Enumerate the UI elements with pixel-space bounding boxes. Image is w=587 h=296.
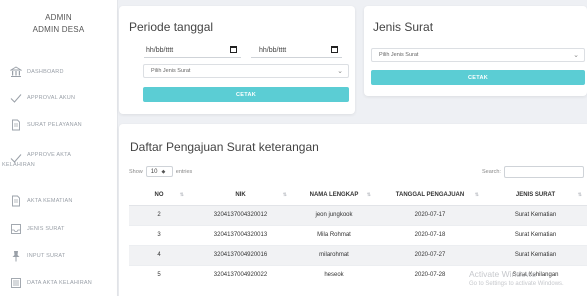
- cell-no: 5: [129, 264, 189, 285]
- table-header-row: NO ⇅ NIK ⇅ NAMA LENGKAP ⇅ TANGGAL PENGAJUAN…: [129, 186, 587, 206]
- sidebar-item-jenis-surat[interactable]: JENIS SURAT: [0, 216, 118, 242]
- periode-cetak-button[interactable]: CETAK: [143, 87, 349, 102]
- jenis-surat-title: Jenis Surat: [373, 20, 434, 34]
- sort-icon: ⇅: [366, 192, 371, 198]
- select-value: Pilih Jenis Surat: [379, 52, 419, 58]
- cell-tanggal: 2020-07-18: [376, 224, 484, 245]
- user-role: ADMIN: [45, 13, 72, 22]
- user-name: ADMIN DESA: [32, 25, 85, 34]
- user-panel: ADMIN ADMIN DESA: [0, 0, 117, 56]
- sidebar-item-label: APPROVAL AKUN: [27, 95, 76, 101]
- sidebar-item-label-continued: KELAHIRAN: [2, 162, 35, 168]
- cell-nama: jeon jungkook: [292, 204, 376, 225]
- cell-tanggal: 2020-07-17: [376, 204, 484, 225]
- periode-card: Periode tanggal hh/bb/tttt hh/bb/tttt Pi…: [119, 6, 355, 114]
- cell-jenis: Surat Kematian: [484, 204, 587, 225]
- cell-nama: heseok: [292, 264, 376, 285]
- date-end-input[interactable]: hh/bb/tttt: [251, 43, 342, 58]
- cell-no: 2: [129, 204, 189, 225]
- bank-icon: [10, 66, 22, 78]
- cell-nama: milarohmat: [292, 244, 376, 265]
- table-row: 3 3204137004320013 Mila Rohmat 2020-07-1…: [129, 224, 587, 245]
- search-control: Search:: [482, 166, 584, 178]
- date-end-placeholder: hh/bb/tttt: [259, 46, 287, 54]
- chevron-down-icon: ⌄: [337, 68, 343, 75]
- jenis-surat-cetak-button[interactable]: CETAK: [371, 70, 585, 85]
- column-header-tanggal[interactable]: TANGGAL PENGAJUAN ⇅: [376, 186, 484, 206]
- show-label: Show: [129, 168, 143, 175]
- cell-nik: 3204137004920016: [189, 244, 292, 265]
- check-icon: [10, 92, 22, 104]
- cell-nik: 3204137004320012: [189, 204, 292, 225]
- sort-icon: ⇅: [577, 192, 582, 198]
- sidebar-item-label-line1: APPROVE AKTA: [27, 152, 72, 158]
- sidebar-item-approve-akta-kelahiran[interactable]: APPROVE AKTA KELAHIRAN: [0, 148, 118, 174]
- entries-value: 10: [150, 168, 158, 175]
- sidebar-item-label: SURAT PELAYANAN: [27, 122, 82, 128]
- sidebar-item-data-akta-kelahiran[interactable]: DATA AKTA KELAHIRAN: [0, 270, 118, 296]
- sidebar-item-approval-akun[interactable]: APPROVAL AKUN: [0, 85, 118, 111]
- periode-title: Periode tanggal: [129, 20, 214, 34]
- pin-icon: [10, 250, 22, 262]
- calendar-icon[interactable]: [331, 46, 338, 53]
- cell-nik: 3204137004320013: [189, 224, 292, 245]
- cell-nama: Mila Rohmat: [292, 224, 376, 245]
- sidebar-item-label: DASHBOARD: [27, 69, 64, 75]
- date-start-placeholder: hh/bb/tttt: [146, 46, 174, 54]
- sidebar-item-dashboard[interactable]: DASHBOARD: [0, 59, 118, 85]
- periode-jenis-select[interactable]: Pilih Jenis Surat ⌄: [143, 64, 349, 78]
- sidebar-item-label: AKTA KEMATIAN: [27, 198, 73, 204]
- jenis-surat-card: Jenis Surat Pilih Jenis Surat ⌄ CETAK: [364, 6, 587, 96]
- document-icon: [10, 119, 22, 131]
- cell-jenis: Surat Kematian: [484, 244, 587, 265]
- cell-jenis: Surat Kematian: [484, 224, 587, 245]
- cell-no: 3: [129, 224, 189, 245]
- sidebar-item-label: JENIS SURAT: [27, 226, 65, 232]
- entries-control: Show 10 ◆ entries: [129, 166, 192, 177]
- sidebar-item-input-surat[interactable]: INPUT SURAT: [0, 243, 118, 269]
- sort-icon: ⇅: [282, 192, 287, 198]
- activate-windows-watermark: Activate Windows Go to Settings to activ…: [469, 269, 564, 289]
- sort-icon: ⇅: [474, 192, 479, 198]
- sidebar-item-label: DATA AKTA KELAHIRAN: [27, 280, 92, 286]
- date-start-input[interactable]: hh/bb/tttt: [144, 43, 241, 58]
- select-value: Pilih Jenis Surat: [151, 68, 191, 74]
- inbox-icon: [10, 223, 22, 235]
- sort-icon: ⇅: [179, 192, 184, 198]
- list-icon: [10, 277, 22, 289]
- sidebar-item-surat-pelayanan[interactable]: SURAT PELAYANAN: [0, 112, 118, 138]
- sidebar-item-label: APPROVE AKTA: [27, 151, 71, 160]
- table-row: 2 3204137004320012 jeon jungkook 2020-07…: [129, 204, 587, 225]
- column-header-nik[interactable]: NIK ⇅: [189, 186, 292, 206]
- sidebar-item-label: INPUT SURAT: [27, 253, 66, 259]
- chevron-down-icon: ⌄: [573, 52, 579, 59]
- jenis-surat-select[interactable]: Pilih Jenis Surat ⌄: [371, 48, 585, 62]
- watermark-line1: Activate Windows: [469, 269, 537, 279]
- cell-nik: 3204137004920022: [189, 264, 292, 285]
- entries-select[interactable]: 10 ◆: [145, 166, 173, 177]
- pengajuan-title: Daftar Pengajuan Surat keterangan: [130, 140, 319, 154]
- calendar-icon[interactable]: [230, 46, 237, 53]
- table-row: 4 3204137004920016 milarohmat 2020-07-27…: [129, 244, 587, 265]
- chevron-updown-icon: ◆: [161, 168, 166, 175]
- column-header-no[interactable]: NO ⇅: [129, 186, 189, 206]
- document-icon: [10, 195, 22, 207]
- sidebar-item-akta-kematian[interactable]: AKTA KEMATIAN: [0, 188, 118, 214]
- sidebar: ADMIN ADMIN DESA DASHBOARD APPROVAL AKUN…: [0, 0, 118, 296]
- entries-label: entries: [175, 168, 193, 175]
- cell-tanggal: 2020-07-28: [376, 264, 484, 285]
- search-input[interactable]: [503, 166, 584, 178]
- search-label: Search:: [482, 169, 501, 175]
- cell-tanggal: 2020-07-27: [376, 244, 484, 265]
- cell-no: 4: [129, 244, 189, 265]
- watermark-line2: Go to Settings to activate Windows.: [469, 281, 564, 287]
- column-header-jenis[interactable]: JENIS SURAT ⇅: [484, 186, 587, 206]
- column-header-nama[interactable]: NAMA LENGKAP ⇅: [292, 186, 376, 206]
